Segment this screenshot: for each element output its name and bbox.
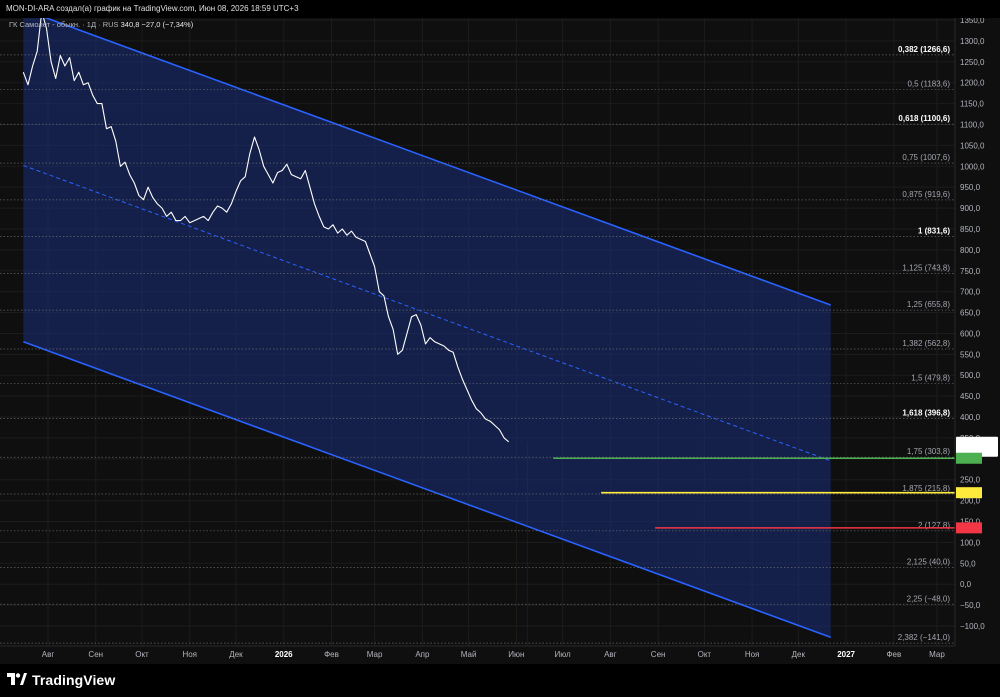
price-axis-tick-label: 800,0 xyxy=(960,246,981,255)
fib-level-label: 1,5 (479,8) xyxy=(911,374,950,383)
chart-legend: ГК Самолет - обыкн. · 1Д · RUS 340,8 −27… xyxy=(9,20,193,29)
tradingview-logo[interactable]: TradingView xyxy=(7,672,115,688)
fib-level-label: 0,75 (1007,6) xyxy=(902,153,950,162)
price-axis-tick-label: 400,0 xyxy=(960,413,981,422)
price-chart[interactable]: 0,382 (1266,6) 0,5 (1183,6) 0,618 (1100,6)… xyxy=(0,18,1000,664)
time-axis-label: Ноя xyxy=(745,650,760,659)
price-axis-tick-label: 500,0 xyxy=(960,371,981,380)
time-axis-label: Май xyxy=(461,650,477,659)
attribution-text: MON-DI-ARA создал(а) график на TradingVi… xyxy=(6,4,299,13)
fib-level-label: 0,5 (1183,6) xyxy=(907,80,950,89)
price-axis-tick-label: 950,0 xyxy=(960,183,981,192)
fib-level-label: 0,618 (1100,6) xyxy=(898,114,950,123)
fib-level-label: 2,25 (−48,0) xyxy=(907,594,951,603)
price-axis-tick-label: 0,0 xyxy=(960,580,972,589)
tradingview-logo-icon xyxy=(7,673,27,685)
time-axis-label: Июн xyxy=(508,650,524,659)
legend-change: −27,0 (−7,34%) xyxy=(141,20,194,29)
price-axis-tick-label: −50,0 xyxy=(960,601,981,610)
price-axis-tick-label: 250,0 xyxy=(960,476,981,485)
price-axis-tick-label: 600,0 xyxy=(960,329,981,338)
target-price-tag xyxy=(956,487,982,499)
time-axis-label: Мар xyxy=(929,650,945,659)
fib-level-label: 1,125 (743,8) xyxy=(902,263,950,272)
time-axis-label: 2027 xyxy=(837,650,855,659)
time-axis-label: Окт xyxy=(135,650,149,659)
footer-bar: TradingView xyxy=(0,664,1000,697)
time-axis-label: Сен xyxy=(88,650,103,659)
legend-symbol: ГК Самолет - обыкн. · 1Д · RUS xyxy=(9,20,119,29)
legend-last-value: 340,8 xyxy=(120,20,140,29)
time-axis-label: Сен xyxy=(651,650,666,659)
price-axis-tick-label: 650,0 xyxy=(960,309,981,318)
time-axis-label: Авг xyxy=(42,650,55,659)
fib-level-label: 1,382 (562,8) xyxy=(902,339,950,348)
tradingview-logo-text: TradingView xyxy=(32,672,116,688)
fib-level-label: 1,75 (303,8) xyxy=(907,447,950,456)
time-axis-label: Апр xyxy=(415,650,430,659)
fib-level-label: 1,875 (215,8) xyxy=(902,484,950,493)
time-axis-label: Ноя xyxy=(182,650,197,659)
time-axis-label: Дек xyxy=(229,650,243,659)
time-axis-label: Окт xyxy=(698,650,712,659)
time-axis-label: Фев xyxy=(324,650,339,659)
time-axis-label: Мар xyxy=(367,650,383,659)
fib-level-label: 0,382 (1266,6) xyxy=(898,45,950,54)
price-axis-tick-label: 1200,0 xyxy=(960,79,985,88)
fib-level-label: 1,25 (655,8) xyxy=(907,300,950,309)
price-axis-tick-label: 900,0 xyxy=(960,204,981,213)
time-axis-label: Авг xyxy=(604,650,617,659)
price-axis-tick-label: 1250,0 xyxy=(960,58,985,67)
price-axis-tick-label: 450,0 xyxy=(960,392,981,401)
price-axis-tick-label: 750,0 xyxy=(960,267,981,276)
fib-level-label: 1,618 (396,8) xyxy=(902,408,950,417)
chart-attribution-bar: MON-DI-ARA создал(а) график на TradingVi… xyxy=(0,0,1000,18)
price-axis-tick-label: 1300,0 xyxy=(960,37,985,46)
price-axis-tick-label: 50,0 xyxy=(960,559,976,568)
price-axis-tick-label: 550,0 xyxy=(960,350,981,359)
time-axis-label: Дек xyxy=(792,650,806,659)
price-axis-tick-label: 1050,0 xyxy=(960,141,985,150)
target-price-tag xyxy=(956,522,982,534)
target-price-tag xyxy=(956,452,982,464)
fib-level-label: 0,875 (919,6) xyxy=(902,190,950,199)
price-axis-tick-label: −100,0 xyxy=(960,622,985,631)
time-axis-label: Июл xyxy=(554,650,571,659)
fib-level-label: 2,125 (40,0) xyxy=(907,557,950,566)
fib-level-label: 1 (831,6) xyxy=(918,227,950,236)
time-axis-label: Фев xyxy=(886,650,901,659)
price-axis-tick-label: 100,0 xyxy=(960,538,981,547)
price-axis-tick-label: 1000,0 xyxy=(960,162,985,171)
price-axis-tick-label: 1350,0 xyxy=(960,18,985,25)
time-axis-label: 2026 xyxy=(275,650,293,659)
price-axis-tick-label: 1100,0 xyxy=(960,120,984,129)
price-axis-tick-label: 700,0 xyxy=(960,288,981,297)
fib-level-label: 2,382 (−141,0) xyxy=(898,633,951,642)
price-axis-tick-label: 850,0 xyxy=(960,225,981,234)
price-axis-tick-label: 1150,0 xyxy=(960,100,984,109)
